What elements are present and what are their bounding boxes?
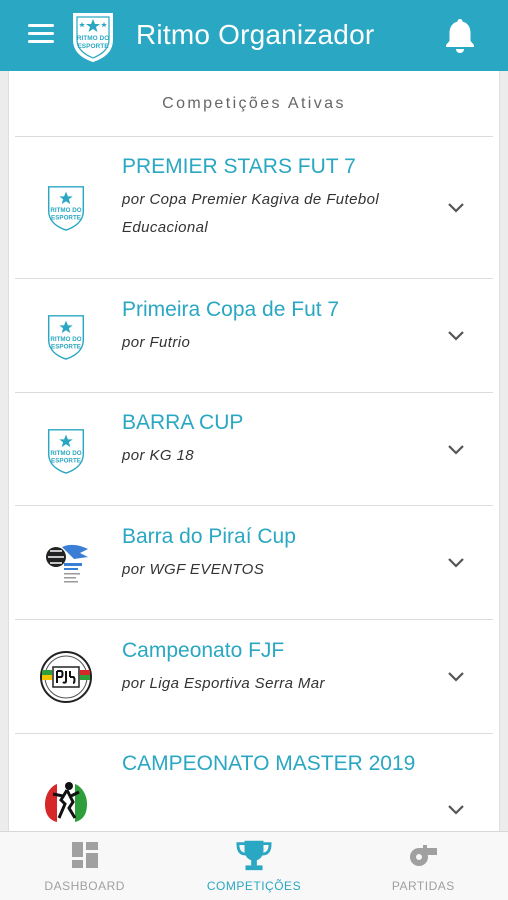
- section-title: Competições Ativas: [162, 94, 346, 112]
- competition-item[interactable]: Campeonato FJF por Liga Esportiva Serra …: [15, 620, 493, 734]
- competition-organizer: por KG 18: [122, 447, 194, 464]
- chevron-down-icon[interactable]: [447, 804, 465, 816]
- notification-bell-icon[interactable]: [442, 16, 478, 54]
- ritmo-logo-line1: RITMO DO: [50, 207, 81, 214]
- nav-partidas-label: PARTIDAS: [391, 879, 455, 893]
- competition-organizer: por Futrio: [122, 334, 191, 351]
- competition-text: Campeonato FJF por Liga Esportiva Serra …: [122, 632, 433, 698]
- master-logo-icon: [39, 774, 93, 828]
- competition-item[interactable]: RITMO DO ESPORTE PREMIER STARS FUT 7 por…: [15, 137, 493, 279]
- nav-partidas[interactable]: PARTIDAS: [339, 832, 508, 900]
- competition-name: Campeonato FJF: [122, 639, 285, 662]
- competition-item[interactable]: RITMO DO ESPORTE Primeira Copa de Fut 7 …: [15, 279, 493, 393]
- competition-text: CAMPEONATO MASTER 2019: [122, 745, 433, 783]
- competition-item[interactable]: RITMO DO ESPORTE BARRA CUP por KG 18: [15, 393, 493, 506]
- menu-icon[interactable]: [28, 24, 56, 46]
- nav-dashboard-label: DASHBOARD: [44, 879, 125, 893]
- competition-text: Barra do Piraí Cup por WGF EVENTOS: [122, 518, 433, 584]
- competition-list: RITMO DO ESPORTE PREMIER STARS FUT 7 por…: [15, 137, 493, 831]
- ritmo-logo-line1: RITMO DO: [50, 336, 81, 343]
- ritmo-logo-icon: RITMO DO ESPORTE: [39, 423, 93, 477]
- competition-item[interactable]: CAMPEONATO MASTER 2019: [15, 734, 493, 831]
- bottom-navigation: DASHBOARD COMPETIÇÕES PARTIDAS: [0, 831, 508, 900]
- ritmo-logo-line2: ESPORTE: [51, 344, 81, 351]
- competition-item[interactable]: Barra do Piraí Cup por WGF EVENTOS: [15, 506, 493, 620]
- competition-text: Primeira Copa de Fut 7 por Futrio: [122, 291, 433, 357]
- competition-text: BARRA CUP por KG 18: [122, 404, 433, 470]
- app-logo-line1: RITMO DO: [77, 35, 110, 42]
- chevron-down-icon[interactable]: [447, 330, 465, 342]
- ritmo-logo-icon: RITMO DO ESPORTE: [39, 309, 93, 363]
- ritmo-logo-icon: RITMO DO ESPORTE: [39, 180, 93, 234]
- barra-cup-logo-icon: [39, 536, 93, 590]
- fjf-logo-icon: [39, 650, 93, 704]
- competitions-card: Competições Ativas RITMO DO ESPORTE PREM…: [8, 71, 500, 831]
- competition-name: CAMPEONATO MASTER 2019: [122, 752, 416, 775]
- nav-competicoes-label: COMPETIÇÕES: [206, 879, 302, 893]
- chevron-down-icon[interactable]: [447, 444, 465, 456]
- app-bar: RITMO DO ESPORTE Ritmo Organizador: [0, 0, 508, 71]
- section-header: Competições Ativas: [15, 71, 493, 137]
- trophy-icon: [236, 838, 272, 872]
- ritmo-logo-line2: ESPORTE: [51, 215, 81, 222]
- competition-name: Primeira Copa de Fut 7: [122, 298, 340, 321]
- competition-organizer: por Copa Premier Kagiva de Futebol Educa…: [122, 191, 380, 236]
- ritmo-logo-line1: RITMO DO: [50, 450, 81, 457]
- competition-name: PREMIER STARS FUT 7: [122, 155, 356, 178]
- ritmo-logo-line2: ESPORTE: [51, 458, 81, 465]
- nav-dashboard[interactable]: DASHBOARD: [0, 832, 169, 900]
- app-logo-line2: ESPORTE: [77, 43, 109, 50]
- app-title: Ritmo Organizador: [136, 19, 375, 50]
- competition-organizer: por Liga Esportiva Serra Mar: [122, 675, 325, 692]
- chevron-down-icon[interactable]: [447, 671, 465, 683]
- competition-name: Barra do Piraí Cup: [122, 525, 296, 548]
- nav-competicoes[interactable]: COMPETIÇÕES: [169, 832, 338, 900]
- competition-organizer: por WGF EVENTOS: [122, 561, 265, 578]
- chevron-down-icon[interactable]: [447, 202, 465, 214]
- competition-name: BARRA CUP: [122, 411, 244, 434]
- app-logo: RITMO DO ESPORTE: [73, 13, 113, 62]
- dashboard-icon: [67, 838, 103, 872]
- chevron-down-icon[interactable]: [447, 557, 465, 569]
- competition-text: PREMIER STARS FUT 7 por Copa Premier Kag…: [122, 148, 433, 242]
- whistle-icon: [405, 838, 441, 872]
